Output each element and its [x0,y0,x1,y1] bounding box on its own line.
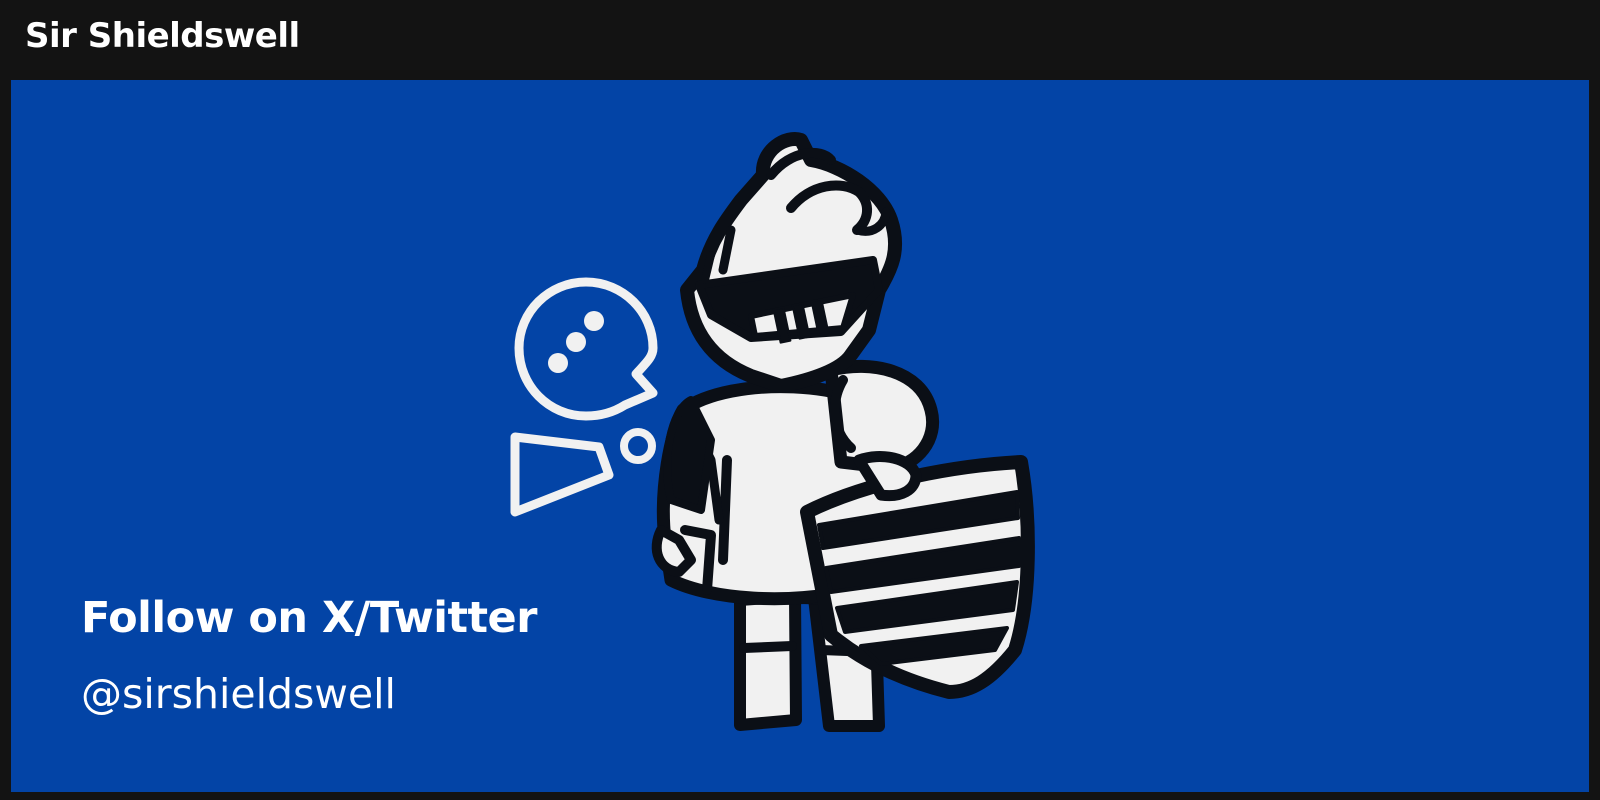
ring-icon [620,428,656,464]
banner-image: Follow on X/Twitter @sirshieldswell [11,80,1589,792]
follow-heading: Follow on X/Twitter [81,593,537,643]
speech-bubble-icon [514,277,658,421]
title-bar: Sir Shieldswell [0,0,1600,78]
twitter-handle-link[interactable]: @sirshieldswell [81,666,396,722]
window-title: Sir Shieldswell [25,16,300,56]
knight-mascot-icon [651,132,1035,732]
quote-shape-icon [510,432,614,517]
